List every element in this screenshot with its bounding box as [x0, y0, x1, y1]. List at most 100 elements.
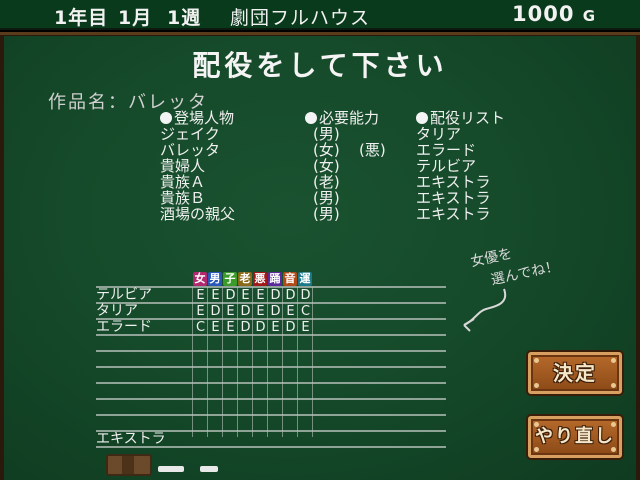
role-name: 貴婦人 [160, 157, 206, 175]
cast-slot[interactable]: エキストラ [416, 206, 505, 222]
actor-row-name[interactable]: エラード [96, 320, 152, 335]
ability-value: (女) [313, 141, 340, 159]
nail-icon [534, 422, 539, 427]
ability-header: 必要能力 [305, 110, 386, 126]
role-ability: (男) [305, 126, 386, 142]
year-display: 1年目 [54, 7, 109, 29]
grade-cell: D [270, 288, 281, 303]
eraser-icon [106, 454, 152, 476]
page-title: 配役をして下さい [192, 49, 448, 82]
grid-line [96, 382, 446, 384]
role-name: ジェイク [160, 125, 220, 143]
ability-extra: (悪) [359, 141, 386, 159]
grid-line [96, 350, 446, 352]
decide-button-label: 決定 [553, 361, 597, 385]
grid-header-athletic: 運 [298, 272, 312, 286]
grade-cell: E [271, 320, 280, 335]
grade-cell: E [196, 288, 205, 303]
nail-icon [534, 383, 539, 388]
grade-cell: D [285, 320, 296, 335]
actor-row-name[interactable]: テルビア [96, 288, 152, 303]
grade-cell: E [286, 304, 295, 319]
cast-header: 配役リスト [416, 110, 505, 126]
ability-value: (老) [313, 173, 340, 191]
chalk-arrow-icon [463, 288, 507, 332]
money-value: 1000 [512, 2, 575, 26]
nail-icon [611, 358, 616, 363]
nail-icon [611, 383, 616, 388]
role-ability: (男) [305, 206, 386, 222]
grid-line [96, 366, 446, 368]
role-ability: (老) [305, 174, 386, 190]
role-ability: (男) [305, 190, 386, 206]
grid-header-child: 子 [223, 272, 237, 286]
actor-row-name[interactable]: タリア [96, 304, 138, 319]
grade-cell: E [301, 320, 310, 335]
grid-line [96, 414, 446, 416]
ability-value: (男) [313, 125, 340, 143]
role-name: 貴族Ａ [160, 173, 206, 191]
grade-cell: E [256, 288, 265, 303]
money-display: 1000 G [512, 2, 596, 26]
week-display: 1週 [167, 7, 202, 29]
ability-column: 必要能力 (男) (女) (悪) (女) (老) (男) (男) [305, 110, 386, 222]
ability-value: (女) [313, 157, 340, 175]
roles-column: 登場人物 ジェイク バレッタ 貴婦人 貴族Ａ 貴族Ｂ 酒場の親父 [160, 110, 235, 222]
nail-icon [611, 447, 616, 452]
grade-cell: E [226, 304, 235, 319]
bullet-icon [160, 112, 172, 124]
bullet-icon [305, 112, 317, 124]
grade-cell: E [241, 288, 250, 303]
grid-line [96, 398, 446, 400]
nail-icon [534, 447, 539, 452]
grade-cell: D [285, 288, 296, 303]
decide-button[interactable]: 決定 [528, 352, 622, 394]
status-bar: 1年目 1月 1週 劇団フルハウス 1000 G [0, 0, 640, 30]
roles-header-label: 登場人物 [174, 109, 235, 127]
cast-slot[interactable]: エキストラ [416, 190, 505, 206]
grade-cell: D [255, 320, 266, 335]
grade-cell: D [300, 288, 311, 303]
ability-header-label: 必要能力 [319, 109, 380, 127]
chalk-icon [158, 466, 184, 472]
grade-cell: C [300, 304, 311, 319]
grade-cell: D [270, 304, 281, 319]
role-name: 酒場の親父 [160, 205, 236, 223]
cast-slot[interactable]: エキストラ [416, 174, 505, 190]
grade-cell: E [196, 304, 205, 319]
money-unit: G [582, 7, 597, 25]
ability-value: (男) [313, 189, 340, 207]
cast-slot[interactable]: エラード [416, 142, 505, 158]
grid-header-villain: 悪 [253, 272, 267, 286]
grid-header-male: 男 [208, 272, 222, 286]
grade-cell: E [211, 320, 220, 335]
bullet-icon [416, 112, 428, 124]
grade-cell: D [225, 288, 236, 303]
role-ability: (女) (悪) [305, 142, 386, 158]
troupe-name: 劇団フルハウス [230, 7, 371, 29]
role-name: バレッタ [160, 141, 221, 159]
extra-row-name[interactable]: エキストラ [96, 432, 166, 447]
grade-cell: D [240, 304, 251, 319]
role-ability: (女) [305, 158, 386, 174]
redo-button-label: やり直し [535, 426, 615, 447]
roles-header: 登場人物 [160, 110, 235, 126]
grade-cell: E [256, 304, 265, 319]
cast-slot[interactable]: テルビア [416, 158, 505, 174]
grade-cell: D [210, 304, 221, 319]
grid-header-old: 老 [238, 272, 252, 286]
grade-cell: D [240, 320, 251, 335]
month-display: 1月 [118, 7, 153, 29]
redo-button[interactable]: やり直し [528, 416, 622, 458]
grade-cell: C [195, 320, 206, 335]
grade-cell: E [226, 320, 235, 335]
cast-slot[interactable]: タリア [416, 126, 505, 142]
grid-header-female: 女 [193, 272, 207, 286]
chalk-icon [200, 466, 218, 472]
nail-icon [611, 422, 616, 427]
role-name: 貴族Ｂ [160, 189, 206, 207]
ability-value: (男) [313, 205, 340, 223]
grade-cell: E [211, 288, 220, 303]
nail-icon [534, 358, 539, 363]
cast-header-label: 配役リスト [430, 109, 506, 127]
